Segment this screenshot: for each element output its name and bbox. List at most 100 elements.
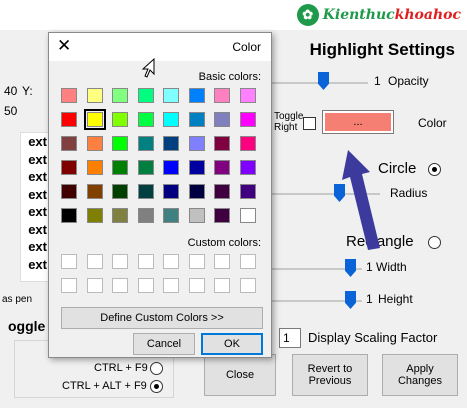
color-swatch[interactable] (163, 160, 179, 175)
color-swatch[interactable] (86, 184, 103, 199)
color-swatch[interactable] (137, 184, 154, 199)
toggle-right-checkbox[interactable] (303, 117, 316, 130)
color-swatch[interactable] (214, 88, 230, 103)
color-swatch[interactable] (163, 112, 179, 127)
custom-color-swatch[interactable] (137, 254, 154, 269)
color-swatch[interactable] (214, 112, 230, 127)
color-swatch[interactable] (239, 208, 256, 223)
custom-color-swatch[interactable] (239, 278, 256, 293)
scaling-value: 1 (283, 331, 290, 345)
width-label: Width (376, 260, 407, 274)
color-swatch[interactable] (239, 184, 256, 199)
custom-color-swatch[interactable] (86, 278, 103, 293)
scaling-label: Display Scaling Factor (308, 330, 438, 345)
color-swatch[interactable] (188, 112, 205, 127)
height-slider-thumb[interactable] (345, 291, 356, 309)
color-swatch[interactable] (214, 184, 230, 199)
scaling-input[interactable]: 1 (279, 328, 301, 348)
apply-changes-button[interactable]: Apply Changes (382, 354, 458, 396)
color-swatch[interactable] (137, 208, 154, 223)
color-swatch[interactable] (86, 208, 103, 223)
color-picker-button[interactable]: ... (322, 110, 394, 134)
color-swatch[interactable] (112, 88, 128, 103)
color-dialog: ✕ Color Basic colors: Custom colors: Def… (48, 32, 272, 358)
text-list[interactable]: ext ext ext ext ext ext ext ext (20, 132, 50, 282)
opacity-slider-thumb[interactable] (318, 72, 329, 90)
color-swatch[interactable] (188, 136, 205, 151)
annotation-arrow (342, 150, 380, 250)
color-swatch[interactable] (188, 184, 205, 199)
color-swatch[interactable] (188, 208, 205, 223)
color-swatch[interactable] (137, 112, 154, 127)
revert-button[interactable]: Revert to Previous (292, 354, 368, 396)
color-swatch[interactable] (61, 160, 77, 175)
custom-color-swatch[interactable] (163, 254, 179, 269)
color-swatch[interactable] (137, 88, 154, 103)
height-value: 1 (366, 292, 373, 306)
color-swatch[interactable] (214, 208, 230, 223)
custom-color-swatch[interactable] (137, 278, 154, 293)
color-swatch[interactable] (86, 136, 103, 151)
color-swatch[interactable] (163, 136, 179, 151)
color-swatch[interactable] (112, 112, 128, 127)
custom-color-swatch[interactable] (163, 278, 179, 293)
custom-color-swatch[interactable] (188, 254, 205, 269)
color-swatch[interactable] (188, 160, 205, 175)
toggle-option-radio-1[interactable] (150, 362, 163, 375)
color-swatch[interactable] (112, 160, 128, 175)
color-swatch[interactable] (112, 184, 128, 199)
custom-color-swatch[interactable] (239, 254, 256, 269)
color-swatch[interactable] (239, 160, 256, 175)
basic-colors-label: Basic colors: (198, 71, 261, 83)
color-swatch[interactable] (163, 88, 179, 103)
color-swatch[interactable] (86, 160, 103, 175)
color-swatch[interactable] (83, 109, 106, 130)
color-swatch[interactable] (163, 208, 179, 223)
toggle-right-label: Toggle Right (274, 111, 304, 133)
color-swatch[interactable] (61, 88, 77, 103)
ok-button[interactable]: OK (201, 333, 263, 355)
color-swatch[interactable] (61, 136, 77, 151)
color-swatch[interactable] (61, 112, 77, 127)
color-swatch[interactable] (61, 184, 77, 199)
color-swatch[interactable] (188, 88, 205, 103)
color-swatch[interactable] (137, 160, 154, 175)
color-swatch[interactable] (112, 136, 128, 151)
color-swatch[interactable] (214, 160, 230, 175)
color-swatch[interactable] (137, 136, 154, 151)
custom-color-swatch[interactable] (112, 278, 128, 293)
custom-color-swatch[interactable] (112, 254, 128, 269)
list-item: ext (28, 134, 47, 149)
toggle-option-label-1: CTRL + F9 (94, 362, 148, 374)
color-swatch[interactable] (239, 112, 256, 127)
color-swatch[interactable] (61, 208, 77, 223)
cancel-button[interactable]: Cancel (133, 333, 195, 355)
radius-label: Radius (390, 186, 428, 200)
custom-color-swatch[interactable] (61, 278, 77, 293)
custom-color-swatch[interactable] (61, 254, 77, 269)
opacity-value: 1 (374, 74, 381, 88)
color-swatch[interactable] (239, 136, 256, 151)
color-swatch[interactable] (112, 208, 128, 223)
height-label: Height (378, 292, 413, 306)
color-swatch[interactable] (163, 184, 179, 199)
y-value: 40 (4, 84, 18, 98)
custom-color-swatch[interactable] (214, 278, 230, 293)
width-slider-thumb[interactable] (345, 259, 356, 277)
custom-color-swatch[interactable] (188, 278, 205, 293)
list-item: ext (28, 151, 47, 167)
rectangle-radio[interactable] (428, 236, 441, 249)
close-button[interactable]: Close (204, 354, 276, 396)
custom-color-swatch[interactable] (214, 254, 230, 269)
watermark-logo: ✿ Kienthuckhoahoc (296, 2, 461, 28)
toggle-option-radio-2[interactable] (150, 380, 163, 393)
circle-radio[interactable] (428, 163, 441, 176)
color-swatch[interactable] (214, 136, 230, 151)
custom-color-swatch[interactable] (86, 254, 103, 269)
color-button-label: ... (325, 113, 391, 131)
color-swatch[interactable] (239, 88, 256, 103)
define-custom-colors-button[interactable]: Define Custom Colors >> (61, 307, 263, 329)
color-swatch[interactable] (86, 88, 103, 103)
close-icon[interactable]: ✕ (57, 36, 71, 56)
toggle-heading: oggle (8, 318, 46, 334)
